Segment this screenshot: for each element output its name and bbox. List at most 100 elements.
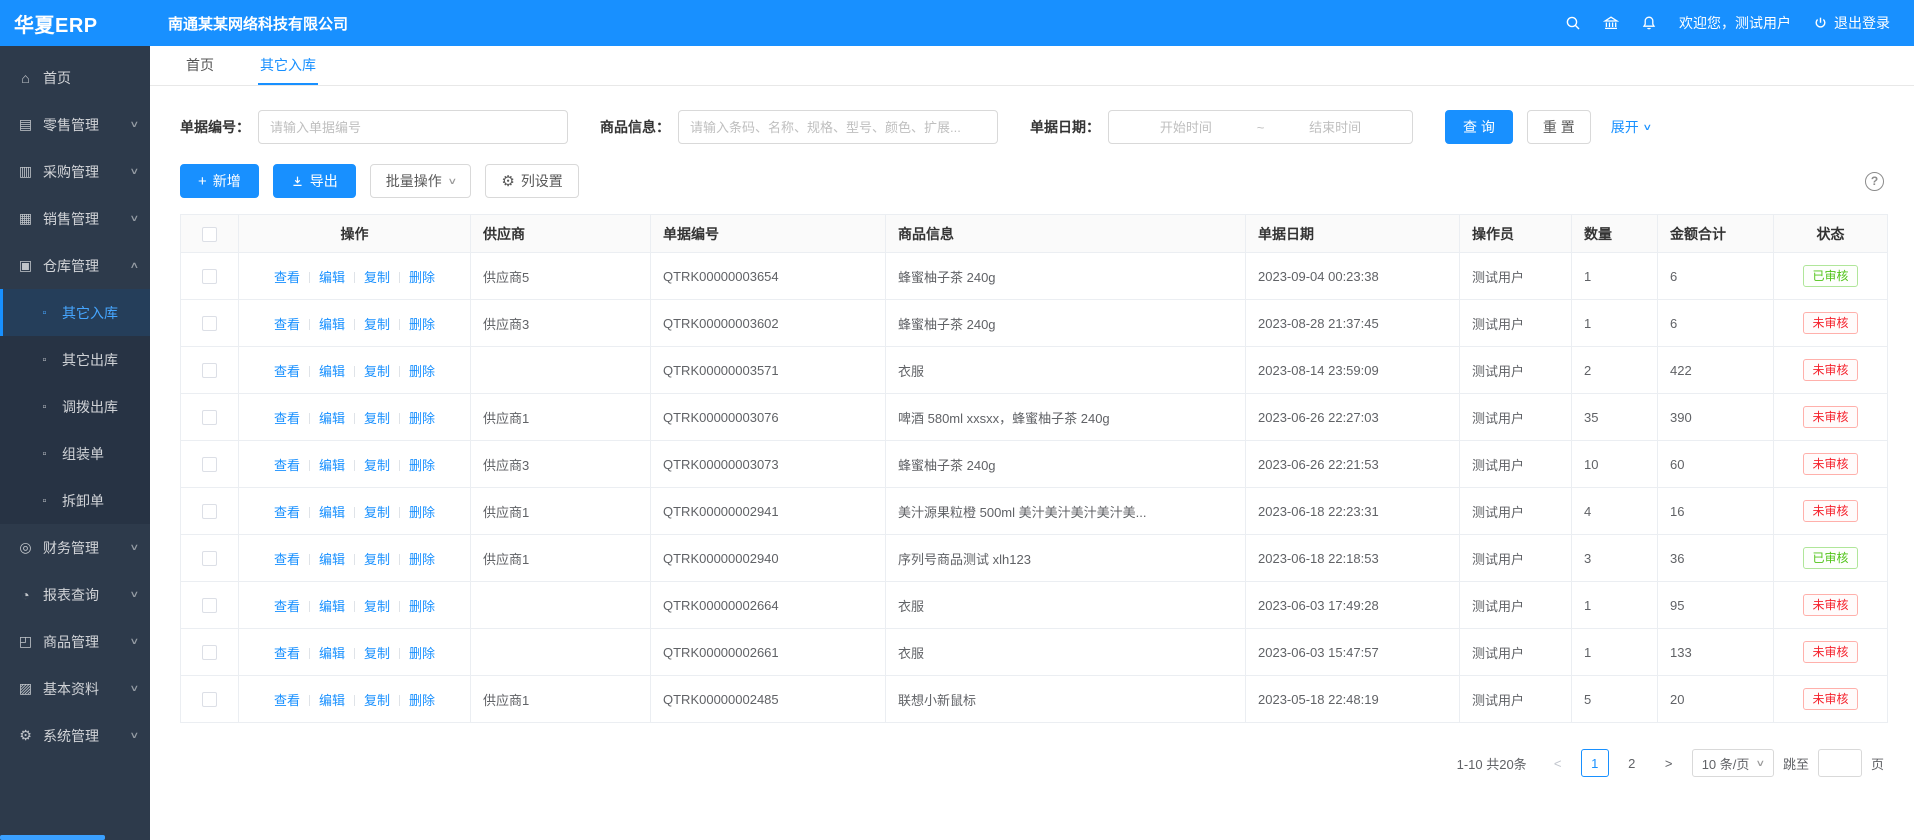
action-delete-link[interactable]: 删除: [409, 552, 435, 567]
prev-page-button[interactable]: <: [1544, 749, 1572, 777]
row-checkbox[interactable]: [202, 692, 217, 707]
status-badge: 未审核: [1803, 359, 1857, 381]
sidebar-item-warehouse[interactable]: ▣ 仓库管理 ∧: [0, 242, 150, 289]
column-settings-button[interactable]: ⚙ 列设置: [485, 164, 578, 198]
sidebar-item-sales[interactable]: ▦ 销售管理 ∨: [0, 195, 150, 242]
reset-button[interactable]: 重 置: [1527, 110, 1591, 144]
sidebar-item-reports[interactable]: ◔ 报表查询 ∨: [0, 571, 150, 618]
action-copy-link[interactable]: 复制: [364, 270, 390, 285]
action-copy-link[interactable]: 复制: [364, 693, 390, 708]
row-checkbox[interactable]: [202, 410, 217, 425]
row-checkbox[interactable]: [202, 598, 217, 613]
expand-toggle[interactable]: 展开 ∨: [1611, 117, 1651, 137]
next-page-button[interactable]: >: [1655, 749, 1683, 777]
sidebar-item-transfer-outbound[interactable]: ▫ 调拨出库: [0, 383, 150, 430]
action-view-link[interactable]: 查看: [274, 317, 300, 332]
logout-button[interactable]: 退出登录: [1813, 13, 1890, 33]
action-copy-link[interactable]: 复制: [364, 599, 390, 614]
action-copy-link[interactable]: 复制: [364, 317, 390, 332]
action-view-link[interactable]: 查看: [274, 411, 300, 426]
bell-icon[interactable]: [1641, 15, 1657, 31]
row-checkbox[interactable]: [202, 269, 217, 284]
help-icon[interactable]: ?: [1865, 172, 1884, 191]
action-view-link[interactable]: 查看: [274, 270, 300, 285]
batch-actions-dropdown[interactable]: 批量操作 ∨: [370, 164, 472, 198]
action-delete-link[interactable]: 删除: [409, 411, 435, 426]
product-input[interactable]: [678, 110, 998, 144]
action-copy-link[interactable]: 复制: [364, 364, 390, 379]
sidebar-item-disassembly[interactable]: ▫ 拆卸单: [0, 477, 150, 524]
action-delete-link[interactable]: 删除: [409, 693, 435, 708]
action-edit-link[interactable]: 编辑: [319, 270, 345, 285]
action-copy-link[interactable]: 复制: [364, 411, 390, 426]
action-edit-link[interactable]: 编辑: [319, 458, 345, 473]
action-edit-link[interactable]: 编辑: [319, 364, 345, 379]
action-delete-link[interactable]: 删除: [409, 599, 435, 614]
action-view-link[interactable]: 查看: [274, 599, 300, 614]
search-button[interactable]: 查 询: [1445, 110, 1513, 144]
action-delete-link[interactable]: 删除: [409, 364, 435, 379]
action-copy-link[interactable]: 复制: [364, 458, 390, 473]
page-button-2[interactable]: 2: [1618, 749, 1646, 777]
sidebar-item-home[interactable]: ⌂ 首页: [0, 54, 150, 101]
app-frame: ⌂ 首页 ▤ 零售管理 ∨ ▥ 采购管理 ∨ ▦ 销售管理 ∨ ▣ 仓库管理 ∧: [0, 46, 1914, 840]
sidebar-item-retail[interactable]: ▤ 零售管理 ∨: [0, 101, 150, 148]
add-button[interactable]: + 新增: [180, 164, 259, 198]
jump-page-input[interactable]: [1818, 749, 1862, 777]
action-copy-link[interactable]: 复制: [364, 505, 390, 520]
chevron-down-icon: ∨: [447, 176, 457, 187]
action-view-link[interactable]: 查看: [274, 693, 300, 708]
filter-bill-no: 单据编号：: [180, 110, 568, 144]
date-end-input[interactable]: [1266, 119, 1404, 136]
action-edit-link[interactable]: 编辑: [319, 693, 345, 708]
sidebar-item-other-inbound[interactable]: ▫ 其它入库: [0, 289, 150, 336]
sidebar-item-basic-data[interactable]: ▨ 基本资料 ∨: [0, 665, 150, 712]
sidebar-item-finance[interactable]: ◎ 财务管理 ∨: [0, 524, 150, 571]
action-copy-link[interactable]: 复制: [364, 646, 390, 661]
horizontal-scrollbar-thumb[interactable]: [0, 835, 105, 840]
action-delete-link[interactable]: 删除: [409, 646, 435, 661]
action-delete-link[interactable]: 删除: [409, 317, 435, 332]
bank-icon[interactable]: [1603, 15, 1619, 31]
action-copy-link[interactable]: 复制: [364, 552, 390, 567]
date-start-input[interactable]: [1117, 119, 1255, 136]
action-view-link[interactable]: 查看: [274, 364, 300, 379]
action-delete-link[interactable]: 删除: [409, 270, 435, 285]
action-edit-link[interactable]: 编辑: [319, 317, 345, 332]
action-view-link[interactable]: 查看: [274, 646, 300, 661]
bill-no-input[interactable]: [258, 110, 568, 144]
tab-home[interactable]: 首页: [184, 46, 216, 85]
action-delete-link[interactable]: 删除: [409, 458, 435, 473]
action-view-link[interactable]: 查看: [274, 552, 300, 567]
date-range-picker[interactable]: ~: [1108, 110, 1413, 144]
row-checkbox[interactable]: [202, 645, 217, 660]
search-icon[interactable]: [1565, 15, 1581, 31]
sidebar-item-label: 基本资料: [43, 679, 99, 699]
sidebar-item-label: 报表查询: [43, 585, 99, 605]
table-row: 查看编辑复制删除 供应商1 QTRK00000003076 啤酒 580ml x…: [181, 394, 1888, 441]
action-edit-link[interactable]: 编辑: [319, 411, 345, 426]
action-delete-link[interactable]: 删除: [409, 505, 435, 520]
tab-other-inbound[interactable]: 其它入库: [258, 46, 318, 85]
sidebar-item-assembly[interactable]: ▫ 组装单: [0, 430, 150, 477]
export-button[interactable]: 导出: [273, 164, 356, 198]
page-size-select[interactable]: 10 条/页 ∨: [1692, 749, 1774, 777]
action-edit-link[interactable]: 编辑: [319, 552, 345, 567]
row-checkbox[interactable]: [202, 551, 217, 566]
row-checkbox[interactable]: [202, 316, 217, 331]
action-edit-link[interactable]: 编辑: [319, 505, 345, 520]
action-edit-link[interactable]: 编辑: [319, 646, 345, 661]
select-all-checkbox[interactable]: [202, 227, 217, 242]
sidebar-item-goods[interactable]: ◰ 商品管理 ∨: [0, 618, 150, 665]
sidebar-item-purchase[interactable]: ▥ 采购管理 ∨: [0, 148, 150, 195]
sidebar-item-system[interactable]: ⚙ 系统管理 ∨: [0, 712, 150, 759]
page-button-1[interactable]: 1: [1581, 749, 1609, 777]
action-view-link[interactable]: 查看: [274, 505, 300, 520]
row-checkbox[interactable]: [202, 363, 217, 378]
row-checkbox[interactable]: [202, 457, 217, 472]
row-checkbox[interactable]: [202, 504, 217, 519]
chevron-down-icon: ∨: [130, 683, 140, 694]
action-view-link[interactable]: 查看: [274, 458, 300, 473]
action-edit-link[interactable]: 编辑: [319, 599, 345, 614]
sidebar-item-other-outbound[interactable]: ▫ 其它出库: [0, 336, 150, 383]
